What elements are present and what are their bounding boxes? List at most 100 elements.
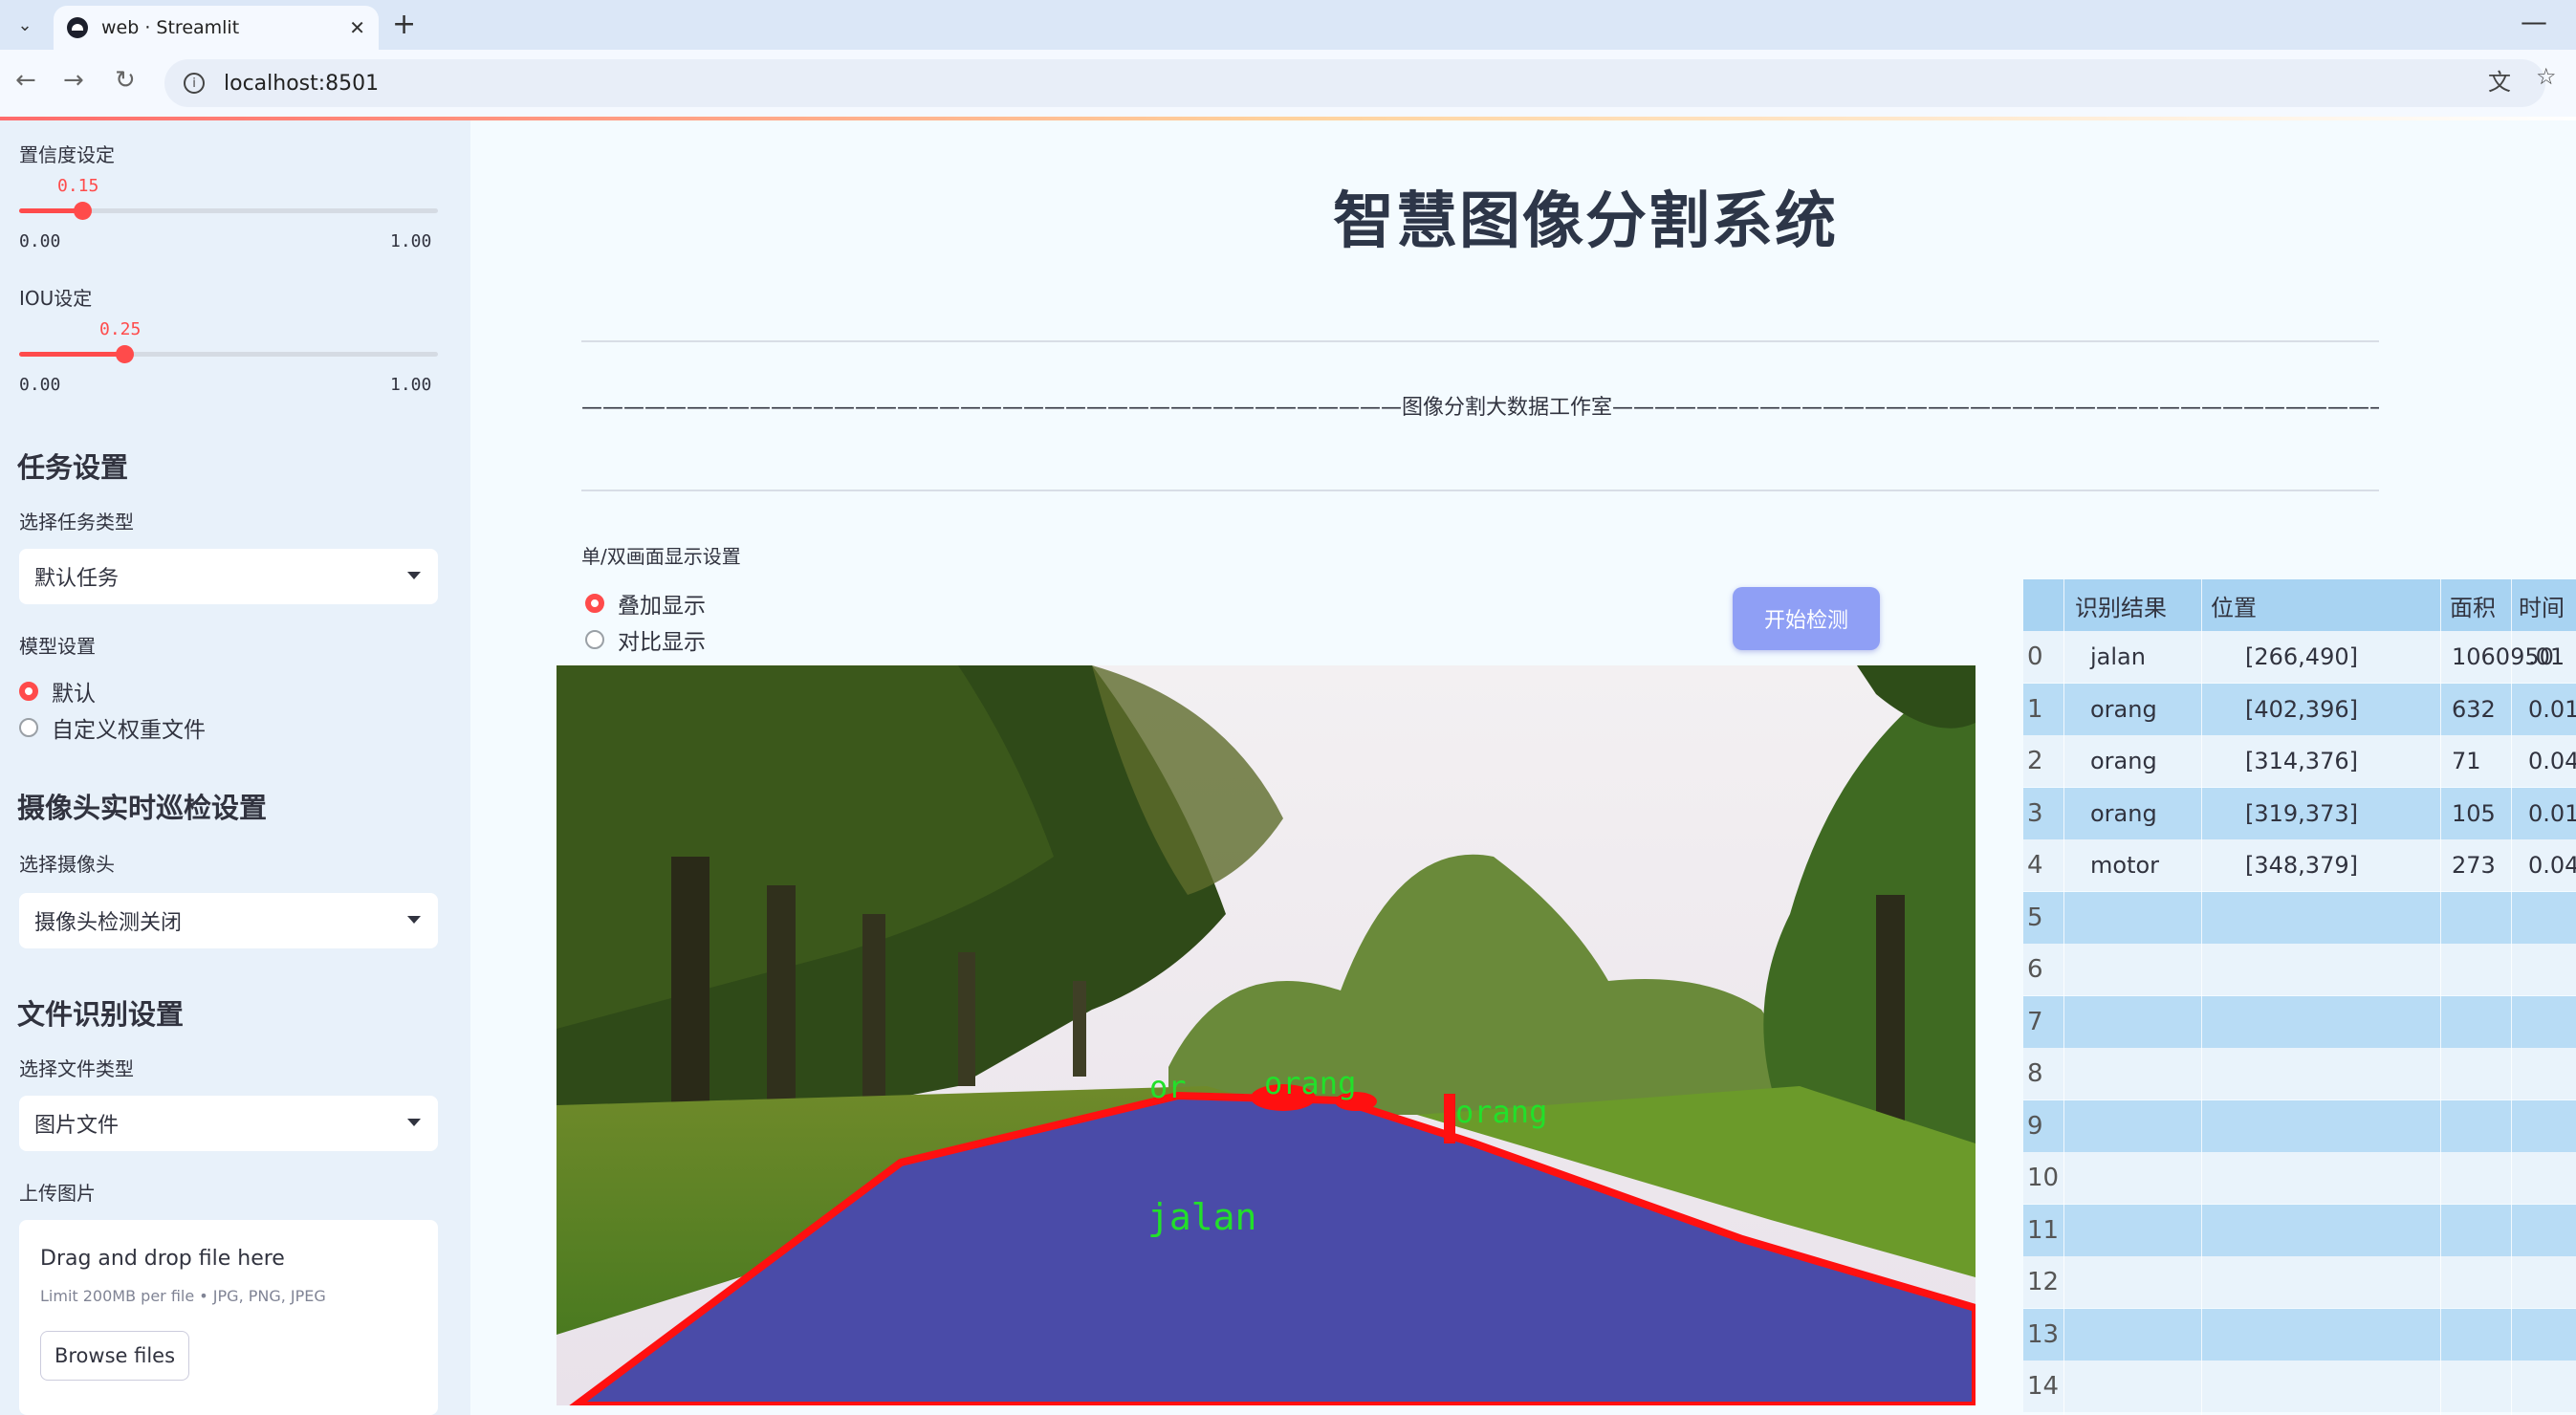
confidence-slider-thumb[interactable] [73,202,92,220]
model-settings-label: 模型设置 [19,635,96,658]
start-detection-button[interactable]: 开始检测 [1733,587,1880,650]
row-index: 8 [2027,1059,2043,1088]
row-index: 7 [2027,1007,2043,1036]
display-option-label: 对比显示 [618,630,706,655]
motor-label: or [1149,1069,1187,1105]
cell-label: orang [2090,695,2157,723]
col-header-time: 时间 [2519,594,2565,621]
table-row[interactable]: 11 [2023,1204,2576,1256]
table-row[interactable]: 12 [2023,1256,2576,1308]
upload-label: 上传图片 [19,1182,96,1205]
row-index: 11 [2027,1215,2060,1245]
table-row[interactable]: 5 [2023,891,2576,944]
row-index: 5 [2027,903,2043,932]
table-row[interactable]: 14 [2023,1361,2576,1412]
display-option-overlay[interactable]: 叠加显示 [585,587,706,620]
cell-position: [319,373] [2245,799,2358,827]
iou-label: IOU设定 [19,287,93,310]
cell-area: 273 [2452,852,2496,879]
task-type-select[interactable]: 默认任务 [19,549,438,604]
tree-trunk [862,914,885,1105]
divider [581,340,2379,342]
table-row[interactable]: 8 [2023,1048,2576,1099]
table-row[interactable]: 13 [2023,1308,2576,1361]
reload-icon[interactable]: ↻ [115,66,136,95]
radio-checked-icon[interactable] [585,594,604,613]
table-row[interactable]: 9 [2023,1099,2576,1152]
close-tab-icon[interactable]: ✕ [349,16,365,39]
cell-time: 0.04 [2528,748,2576,774]
model-option-label: 默认 [52,682,96,707]
display-mode-label: 单/双画面显示设置 [581,545,741,568]
row-index: 4 [2027,851,2043,880]
translate-icon[interactable]: ⽂ [2488,63,2511,97]
cell-area: 632 [2452,695,2496,723]
cell-time: 0.01 [2528,799,2576,827]
streamlit-favicon-icon [67,17,88,38]
cell-area: 71 [2452,748,2481,774]
column-divider [2440,579,2441,1415]
tree-trunk [958,952,975,1086]
row-index: 1 [2027,694,2043,724]
row-index: 9 [2027,1111,2043,1141]
address-bar: ← → ↻ i localhost:8501 ⽂ ☆ [0,50,2576,117]
table-row[interactable]: 4 motor [348,379] 273 0.04 [2023,839,2576,891]
road-label: jalan [1147,1196,1256,1238]
tab-search-chevron-icon[interactable]: ⌄ [8,8,42,42]
cell-label: orang [2090,748,2157,774]
new-tab-icon[interactable]: + [392,8,416,41]
bookmark-star-icon[interactable]: ☆ [2536,63,2557,90]
iou-slider[interactable] [19,345,438,363]
file-type-select[interactable]: 图片文件 [19,1096,438,1151]
table-row[interactable]: 3 orang [319,373] 105 0.01 [2023,787,2576,839]
url-text: localhost:8501 [224,71,380,96]
cell-position: [266,490] [2245,643,2358,670]
cell-area: 105 [2452,799,2496,827]
divider [581,490,2379,491]
col-header-label: 识别结果 [2075,594,2167,621]
table-row[interactable]: 0 jalan [266,490] 1060950.01 [2023,631,2576,683]
browser-tab[interactable]: web · Streamlit ✕ [54,6,379,50]
camera-select[interactable]: 摄像头检测关闭 [19,893,438,948]
chevron-down-icon [407,1119,421,1126]
chevron-down-icon [407,916,421,924]
upload-limit: Limit 200MB per file • JPG, PNG, JPEG [40,1287,326,1305]
iou-value: 0.25 [99,319,142,339]
segmentation-result-image: or orang orang jalan [557,665,1976,1405]
site-info-icon[interactable]: i [184,73,205,94]
iou-slider-fill [19,352,124,357]
table-row[interactable]: 2 orang [314,376] 71 0.04 [2023,735,2576,787]
table-row[interactable]: 1 orang [402,396] 632 0.01 [2023,683,2576,735]
row-index: 14 [2027,1372,2060,1401]
table-row[interactable]: 6 [2023,944,2576,995]
minimize-icon[interactable]: — [2521,6,2547,37]
file-uploader-dropzone[interactable]: Drag and drop file here Limit 200MB per … [19,1220,438,1415]
table-row[interactable]: 7 [2023,995,2576,1048]
row-index: 6 [2027,955,2043,984]
browse-files-button[interactable]: Browse files [40,1331,189,1381]
back-icon[interactable]: ← [15,66,36,95]
col-header-area: 面积 [2450,594,2496,621]
confidence-slider[interactable] [19,202,438,220]
model-option-default[interactable]: 默认 [19,675,96,708]
result-image-canvas: or orang orang jalan [557,665,1976,1405]
tree-trunk [767,885,796,1134]
forward-icon[interactable]: → [63,66,84,95]
person-label: orang [1455,1094,1547,1130]
iou-slider-thumb[interactable] [115,345,134,363]
table-row[interactable]: 10 [2023,1152,2576,1204]
model-option-custom[interactable]: 自定义权重文件 [19,711,206,744]
cell-position: [348,379] [2245,852,2358,879]
results-table[interactable]: 识别结果 位置 面积 时间 0 jalan [266,490] 1060950.01 1… [2023,579,2576,1415]
row-index: 3 [2027,798,2043,828]
confidence-value: 0.15 [57,176,99,196]
radio-unchecked-icon[interactable] [585,630,604,649]
confidence-min: 0.00 [19,231,61,251]
url-field[interactable]: i localhost:8501 [164,59,2545,107]
radio-unchecked-icon[interactable] [19,718,38,737]
column-divider [2511,579,2512,1415]
radio-checked-icon[interactable] [19,682,38,701]
person-label: orang [1264,1065,1356,1101]
cell-label: motor [2090,852,2160,879]
display-option-compare[interactable]: 对比显示 [585,623,706,656]
